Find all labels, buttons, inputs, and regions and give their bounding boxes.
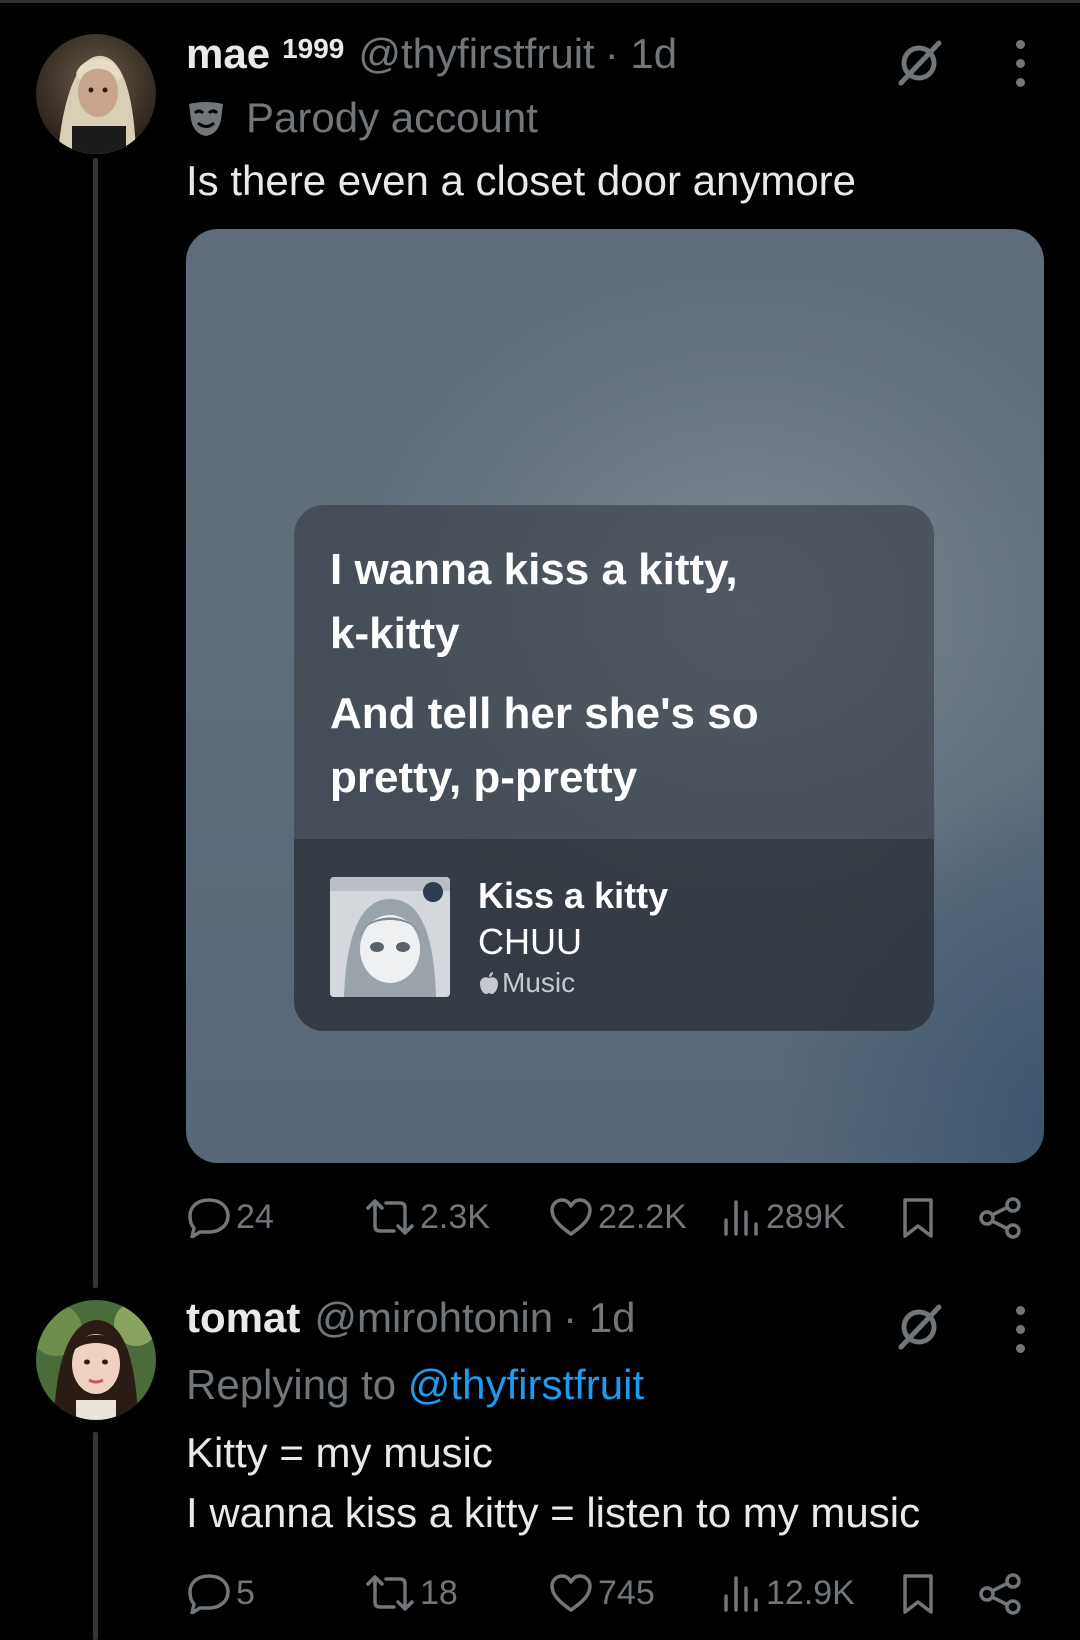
tweet-actions: 24 2.3K 22.2K 289K (186, 1196, 1046, 1246)
like-button[interactable]: 745 (548, 1572, 655, 1614)
repost-icon (366, 1575, 414, 1611)
lyrics-card: I wanna kiss a kitty, k-kitty And tell h… (294, 505, 934, 1031)
grok-icon[interactable] (892, 1298, 948, 1354)
bookmark-icon (903, 1574, 933, 1614)
like-count: 745 (598, 1573, 655, 1612)
name-badge: 1999 (282, 33, 345, 64)
like-button[interactable]: 22.2K (548, 1196, 687, 1238)
replying-to: Replying to @thyfirstfruit (186, 1356, 644, 1414)
avatar-mae[interactable] (36, 34, 156, 154)
repost-icon (366, 1199, 414, 1235)
reply-button[interactable]: 5 (186, 1572, 255, 1614)
lyric-line: I wanna kiss a kitty, (330, 545, 738, 594)
display-name[interactable]: tomat (186, 1294, 300, 1342)
top-divider (0, 0, 1080, 3)
more-icon[interactable] (1013, 1306, 1027, 1353)
replying-to-prefix: Replying to (186, 1361, 397, 1408)
tweet-text: Is there even a closet door anymore (186, 157, 857, 204)
bookmark-button[interactable] (898, 1196, 938, 1240)
views-button[interactable]: 12.9K (720, 1572, 855, 1614)
reply-icon (188, 1574, 230, 1614)
avatar-image (36, 34, 156, 154)
reply-count: 24 (236, 1197, 274, 1236)
grok-icon[interactable] (892, 34, 948, 90)
tweet-header: mae 1999 @thyfirstfruit · 1d (186, 30, 677, 78)
lyric-line: k-kitty (330, 609, 460, 658)
views-count: 12.9K (766, 1573, 855, 1612)
repost-count: 2.3K (420, 1197, 490, 1236)
song-source: Music (478, 967, 575, 999)
tweet-header: tomat @mirohtonin · 1d (186, 1294, 635, 1342)
replying-to-handle[interactable]: @thyfirstfruit (408, 1361, 644, 1408)
like-icon (550, 1198, 592, 1236)
tweet-actions: 5 18 745 12.9K (186, 1572, 1046, 1622)
views-button[interactable]: 289K (720, 1196, 845, 1238)
song-title: Kiss a kitty (478, 875, 669, 916)
share-button[interactable] (978, 1196, 1024, 1240)
like-count: 22.2K (598, 1197, 687, 1236)
avatar-image (36, 1300, 156, 1420)
lyric-line: And tell her she's so (330, 689, 759, 738)
reply-button[interactable]: 24 (186, 1196, 274, 1238)
song-source-text: Music (502, 967, 576, 998)
views-icon (724, 1200, 758, 1236)
thread-line (93, 1432, 98, 1640)
parody-mask-icon (189, 102, 223, 136)
media-image[interactable]: I wanna kiss a kitty, k-kitty And tell h… (186, 229, 1044, 1163)
timestamp[interactable]: · 1d (605, 30, 677, 78)
reply-icon (188, 1198, 230, 1238)
avatar-tomat[interactable] (36, 1300, 156, 1420)
bookmark-button[interactable] (898, 1572, 938, 1616)
thread-line (93, 158, 98, 1288)
album-art (330, 877, 450, 997)
bookmark-icon (903, 1198, 933, 1238)
apple-icon (480, 972, 498, 994)
parody-label-text: Parody account (246, 94, 538, 141)
share-button[interactable] (978, 1572, 1024, 1616)
lyric-line: pretty, p-pretty (330, 753, 638, 802)
repost-count: 18 (420, 1573, 458, 1612)
user-handle[interactable]: @mirohtonin (314, 1294, 553, 1342)
tweet-text-line: I wanna kiss a kitty = listen to my musi… (186, 1489, 921, 1536)
more-icon[interactable] (1013, 40, 1027, 87)
user-handle[interactable]: @thyfirstfruit (358, 30, 594, 78)
repost-button[interactable]: 18 (364, 1572, 458, 1614)
display-name[interactable]: mae (186, 30, 270, 78)
reply-count: 5 (236, 1573, 255, 1612)
like-icon (550, 1574, 592, 1612)
views-count: 289K (766, 1197, 846, 1236)
timestamp[interactable]: · 1d (563, 1294, 635, 1342)
views-icon (724, 1576, 758, 1612)
share-icon (979, 1573, 1021, 1615)
share-icon (979, 1197, 1021, 1239)
tweet-text-line: Kitty = my music (186, 1429, 493, 1476)
repost-button[interactable]: 2.3K (364, 1196, 490, 1238)
song-artist: CHUU (478, 921, 582, 962)
parody-label: Parody account (186, 90, 538, 146)
